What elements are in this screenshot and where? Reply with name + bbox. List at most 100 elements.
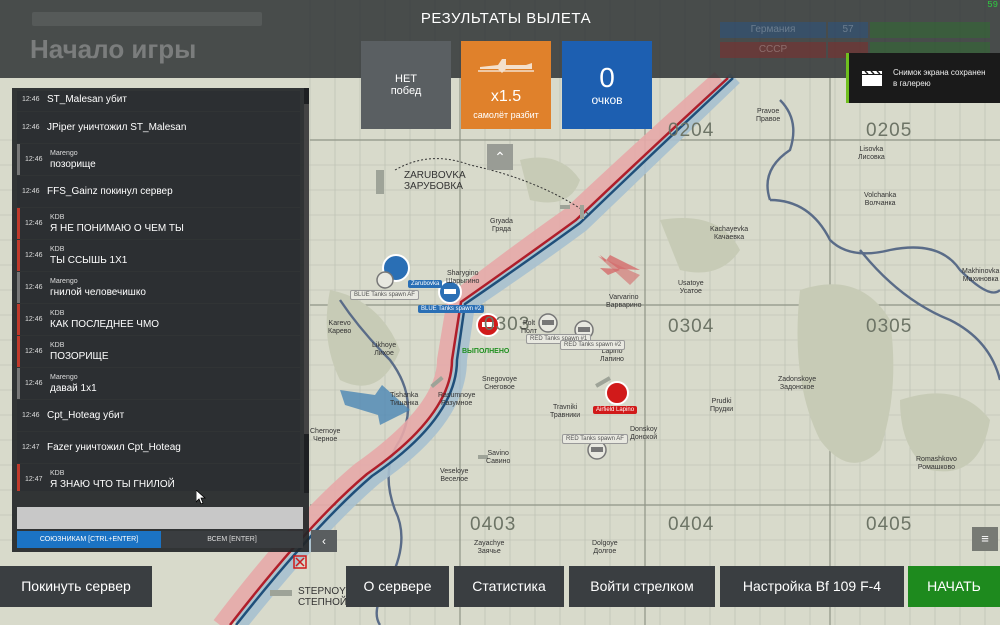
result-victories: НЕТ побед bbox=[361, 41, 451, 129]
town-label: Kachayevka Качаевка bbox=[710, 226, 749, 241]
grid-label: 0304 bbox=[668, 316, 715, 337]
chat-username: KDB bbox=[50, 470, 65, 477]
chevron-left-icon: ‹ bbox=[322, 534, 326, 548]
town-label: Volchanka Волчанка bbox=[864, 192, 897, 207]
briefing-button[interactable]: ≡ bbox=[972, 527, 998, 551]
result-points: 0 очков bbox=[562, 41, 652, 129]
victories-label: побед bbox=[390, 85, 422, 97]
red-spawn-2-tag[interactable]: RED Tanks spawn #2 bbox=[560, 340, 626, 350]
chevron-up-icon: ⌃ bbox=[494, 149, 506, 165]
town-label: Savino Савино bbox=[486, 450, 511, 465]
chat-message: 12:46 KDB ТЫ ССЫШЬ 1Х1 bbox=[17, 240, 300, 271]
town-label: Prudki Прудки bbox=[710, 398, 734, 413]
chat-username: KDB bbox=[50, 246, 65, 253]
map-scroll-up-button[interactable]: ⌃ bbox=[487, 144, 513, 170]
join-as-gunner-button[interactable]: Войти стрелком bbox=[569, 566, 715, 607]
town-label: Dolgoye Долгое bbox=[592, 540, 618, 555]
result-aircraft-status: x1.5 самолёт разбит bbox=[461, 41, 551, 129]
screenshot-saved-toast: Снимок экрана сохранен в галерею bbox=[846, 53, 1000, 103]
score-row-germany: Германия 57 bbox=[720, 22, 990, 38]
chat-message: 12:46 ST_Malesan убит bbox=[17, 91, 300, 111]
chat-input[interactable] bbox=[17, 507, 303, 529]
chat-message: 12:46 KDB КАК ПОСЛЕДНЕЕ ЧМО bbox=[17, 304, 300, 335]
chat-message: 12:46 Marengo давай 1х1 bbox=[17, 368, 300, 399]
chat-message: 12:46 JPiper уничтожил ST_Malesan bbox=[17, 112, 300, 143]
points-value: 0 bbox=[599, 62, 615, 93]
breadcrumb bbox=[32, 12, 262, 26]
town-label: Gryada Гряда bbox=[490, 218, 513, 233]
mouse-cursor-icon bbox=[196, 490, 206, 504]
blue-spawn-af-tag[interactable]: BLUE Tanks spawn AF bbox=[350, 290, 419, 300]
red-spawn-af-tag[interactable]: RED Tanks spawn AF bbox=[562, 434, 628, 444]
airfield-lapino-tag[interactable]: Airfield Lapino bbox=[593, 406, 638, 414]
clapperboard-icon bbox=[862, 70, 882, 86]
town-label: Travniki Травники bbox=[550, 404, 581, 419]
airfield-lapino-marker bbox=[605, 381, 629, 405]
town-label: Chernoye Черное bbox=[310, 428, 341, 443]
chat-message-list[interactable]: 12:46 ST_Malesan убит 12:46 JPiper уничт… bbox=[17, 91, 303, 491]
toast-message: Снимок экрана сохранен в галерею bbox=[893, 68, 986, 88]
document-icon: ≡ bbox=[981, 531, 989, 546]
mission-result-title: РЕЗУЛЬТАТЫ ВЫЛЕТА bbox=[420, 10, 592, 27]
chat-message: 12:46 KDB Я НЕ ПОНИМАЮ О ЧЕМ ТЫ bbox=[17, 208, 300, 239]
chat-message: 12:47 Fazer уничтожил Cpt_Hoteag bbox=[17, 432, 300, 463]
chat-message: 12:46 Cpt_Hoteag убит bbox=[17, 400, 300, 431]
town-label: Usatoye Усатое bbox=[678, 280, 704, 295]
chat-scrollbar-thumb[interactable] bbox=[304, 104, 309, 434]
grid-label: 0403 bbox=[470, 514, 517, 535]
chat-message: 12:47 KDB Я ЗНАЮ ЧТО ТЫ ГНИЛОЙ bbox=[17, 464, 300, 491]
team-name: Германия bbox=[720, 22, 826, 38]
blue-spawn-2-tag[interactable]: BLUE Tanks spawn #2 bbox=[418, 305, 485, 313]
town-label: Likhoye Лихое bbox=[372, 342, 397, 357]
town-label: Romashkovo Ромашково bbox=[916, 456, 957, 471]
grid-label: 0305 bbox=[866, 316, 913, 337]
town-label: Varvarino Варварино bbox=[606, 294, 642, 309]
town-label: ZARUBOVKA ЗАРУБОВКА bbox=[404, 170, 466, 192]
leave-server-button[interactable]: Покинуть сервер bbox=[0, 566, 152, 607]
aircraft-setup-button[interactable]: Настройка Bf 109 F-4 bbox=[720, 566, 904, 607]
chat-scrollbar[interactable] bbox=[304, 88, 309, 493]
chat-message: 12:46 Marengo гнилой человечишко bbox=[17, 272, 300, 303]
town-label: Makhinovka Махиновка bbox=[962, 268, 1000, 283]
chat-username: KDB bbox=[50, 310, 65, 317]
objective-status: ВЫПОЛНЕНО bbox=[462, 348, 510, 355]
chat-message: 12:46 KDB ПОЗОРИЩЕ bbox=[17, 336, 300, 367]
page-title: Начало игры bbox=[30, 34, 197, 64]
crashed-plane-icon bbox=[478, 59, 534, 73]
chat-message: 12:46 Marengo позорище bbox=[17, 144, 300, 175]
town-label: Zayachye Заячье bbox=[474, 540, 505, 555]
team-name: СССР bbox=[720, 42, 826, 58]
chat-panel: 12:46 ST_Malesan убит 12:46 JPiper уничт… bbox=[12, 88, 309, 552]
town-label: Tishanka Тишанка bbox=[390, 392, 419, 407]
chat-username: KDB bbox=[50, 214, 65, 221]
server-info-button[interactable]: О сервере bbox=[346, 566, 449, 607]
chat-send-team-button[interactable]: СОЮЗНИКАМ [CTRL+ENTER] bbox=[17, 531, 161, 548]
fps-counter: 59 bbox=[987, 0, 998, 10]
chat-username: Marengo bbox=[50, 374, 78, 381]
town-label: Rasumnoye Разумное bbox=[438, 392, 476, 407]
chat-message: 12:46 FFS_Gainz покинул сервер bbox=[17, 176, 300, 207]
team-bar bbox=[870, 22, 990, 38]
team-score: 57 bbox=[828, 22, 868, 38]
chat-collapse-button[interactable]: ‹ bbox=[311, 530, 337, 552]
chat-send-all-button[interactable]: ВСЕМ [ENTER] bbox=[161, 531, 303, 548]
victories-count: НЕТ bbox=[395, 73, 417, 85]
chat-username: Marengo bbox=[50, 150, 78, 157]
town-label: Karevo Карево bbox=[328, 320, 352, 335]
start-button[interactable]: НАЧАТЬ bbox=[908, 566, 1000, 607]
blue-spawn-af-marker bbox=[376, 271, 394, 289]
chat-username: Marengo bbox=[50, 278, 78, 285]
town-label: Zadonskoye Задонское bbox=[778, 376, 817, 391]
town-label: Sharygino Шарыгино bbox=[446, 270, 480, 285]
points-label: очков bbox=[591, 93, 623, 107]
town-label: Lisovka Лисовка bbox=[858, 146, 885, 161]
statistics-button[interactable]: Статистика bbox=[454, 566, 564, 607]
town-label: Veseloye Веселое bbox=[440, 468, 469, 483]
town-label: Lapino Лапино bbox=[600, 348, 624, 363]
town-label: STEPNOY СТЕПНОЙ bbox=[298, 586, 348, 608]
blue-base-tag: Zarubovka bbox=[408, 280, 443, 288]
grid-label: 0404 bbox=[668, 514, 715, 535]
chat-username: KDB bbox=[50, 342, 65, 349]
grid-label: 0405 bbox=[866, 514, 913, 535]
town-label: Pravoe Правое bbox=[756, 108, 781, 123]
